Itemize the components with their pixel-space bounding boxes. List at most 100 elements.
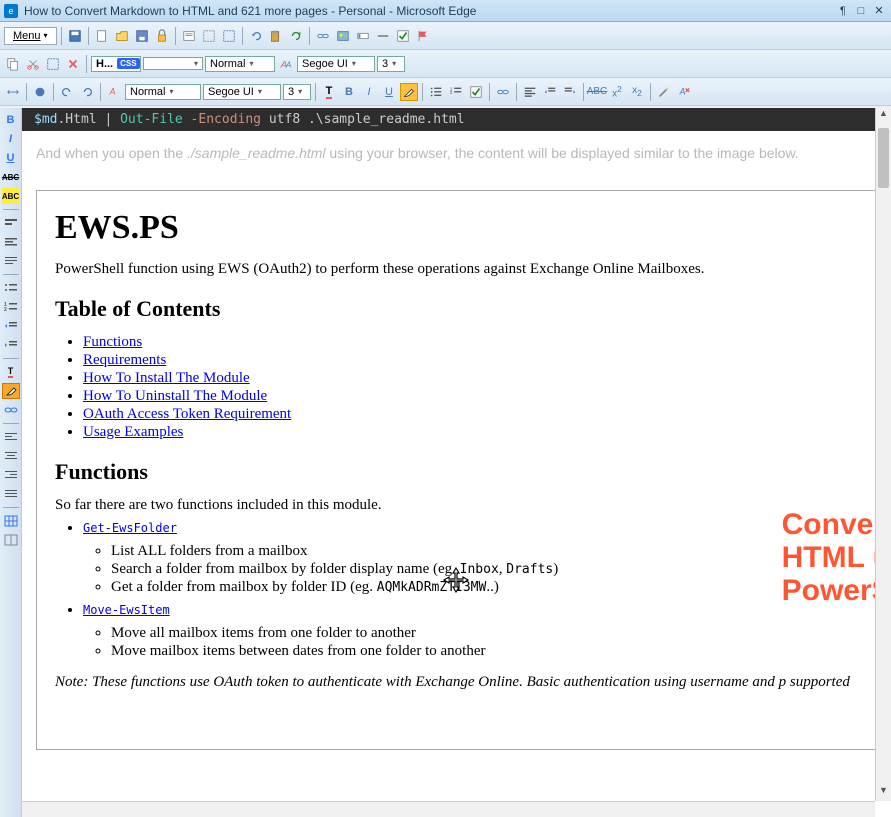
horizontal-scrollbar[interactable] xyxy=(22,801,875,817)
bold-icon[interactable]: B xyxy=(340,83,358,101)
side-link-icon[interactable] xyxy=(2,402,20,418)
side-h2-icon[interactable] xyxy=(2,234,20,250)
copy-icon[interactable] xyxy=(4,55,22,73)
scroll-thumb[interactable] xyxy=(878,128,889,188)
toc-link[interactable]: Requirements xyxy=(83,352,166,368)
toc-link[interactable]: How To Install The Module xyxy=(83,370,250,386)
tag-dropdown[interactable]: ▾ xyxy=(143,57,203,70)
text-color-icon[interactable]: T xyxy=(320,83,338,101)
fn-link[interactable]: Get-EwsFolder xyxy=(83,521,177,535)
strike-icon[interactable]: ABC xyxy=(588,83,606,101)
scroll-down-icon[interactable]: ▼ xyxy=(876,785,891,801)
new-doc-icon[interactable] xyxy=(93,27,111,45)
indent-icon[interactable] xyxy=(561,83,579,101)
font-color-icon[interactable]: A xyxy=(105,83,123,101)
font-size-dropdown[interactable]: 3▾ xyxy=(377,56,405,72)
toc-link[interactable]: OAuth Access Token Requirement xyxy=(83,406,291,422)
side-ul-icon[interactable] xyxy=(2,280,20,296)
window-title: How to Convert Markdown to HTML and 621 … xyxy=(24,4,833,18)
side-highlight-icon[interactable]: ABC xyxy=(2,188,20,204)
lock-icon[interactable] xyxy=(153,27,171,45)
style-dropdown[interactable]: Normal▾ xyxy=(205,56,275,72)
toc-link[interactable]: How To Uninstall The Module xyxy=(83,388,267,404)
record-icon[interactable] xyxy=(31,83,49,101)
side-strike-icon[interactable]: ABC xyxy=(2,169,20,185)
side-outdent-icon[interactable] xyxy=(2,318,20,334)
paste-icon[interactable] xyxy=(267,27,285,45)
checklist-icon[interactable] xyxy=(467,83,485,101)
wand-icon[interactable] xyxy=(655,83,673,101)
select-all-icon[interactable] xyxy=(220,27,238,45)
toolbar-row-2: H...CSS ▾ Normal▾ AA Segoe UI▾ 3▾ xyxy=(0,50,891,78)
font-family-dropdown[interactable]: Segoe UI▾ xyxy=(297,56,375,72)
clear-format-icon[interactable]: A xyxy=(675,83,693,101)
side-grid-icon[interactable] xyxy=(2,532,20,548)
side-para-icon[interactable] xyxy=(2,253,20,269)
fn-link[interactable]: Move-EwsItem xyxy=(83,603,170,617)
font-dropdown-2[interactable]: Segoe UI▾ xyxy=(203,84,281,100)
side-italic-icon[interactable]: I xyxy=(2,131,20,147)
svg-text:2: 2 xyxy=(450,89,453,94)
form-icon[interactable] xyxy=(354,27,372,45)
size-dropdown-2[interactable]: 3▾ xyxy=(283,84,311,100)
style-dropdown-2[interactable]: Normal▾ xyxy=(125,84,201,100)
scroll-up-icon[interactable]: ▲ xyxy=(876,108,891,124)
image-icon[interactable] xyxy=(334,27,352,45)
checkbox-icon[interactable] xyxy=(394,27,412,45)
side-h1-icon[interactable] xyxy=(2,215,20,231)
italic-icon[interactable]: I xyxy=(360,83,378,101)
side-underline-icon[interactable]: U xyxy=(2,150,20,166)
undo-icon[interactable] xyxy=(247,27,265,45)
font-icon[interactable]: AA xyxy=(277,55,295,73)
underline-icon[interactable]: U xyxy=(380,83,398,101)
superscript-icon[interactable]: x2 xyxy=(608,83,626,101)
side-table-icon[interactable] xyxy=(2,513,20,529)
expand-h-icon[interactable] xyxy=(4,83,22,101)
vertical-scrollbar[interactable]: ▲ ▼ xyxy=(875,108,891,801)
redo-icon[interactable] xyxy=(78,83,96,101)
side-text-color-icon[interactable]: T xyxy=(2,364,20,380)
close-icon[interactable]: ✕ xyxy=(871,4,887,18)
undo2-icon[interactable] xyxy=(58,83,76,101)
hr-icon[interactable] xyxy=(374,27,392,45)
heading-dropdown[interactable]: H...CSS xyxy=(91,56,141,72)
doc-desc: PowerShell function using EWS (OAuth2) t… xyxy=(55,261,858,278)
link-icon[interactable] xyxy=(314,27,332,45)
preview-icon[interactable] xyxy=(180,27,198,45)
list-bullet-icon[interactable] xyxy=(427,83,445,101)
highlight-icon[interactable] xyxy=(400,83,418,101)
open-icon[interactable] xyxy=(113,27,131,45)
side-fill-icon[interactable] xyxy=(2,383,20,399)
side-justify-icon[interactable] xyxy=(2,486,20,502)
fn-detail: Move all mailbox items from one folder t… xyxy=(111,625,858,642)
outdent-icon[interactable] xyxy=(541,83,559,101)
maximize-icon[interactable]: □ xyxy=(853,4,869,18)
save-icon[interactable] xyxy=(66,27,84,45)
side-bold-icon[interactable]: B xyxy=(2,112,20,128)
side-center-icon[interactable] xyxy=(2,448,20,464)
side-left-icon[interactable] xyxy=(2,429,20,445)
cut-icon[interactable] xyxy=(24,55,42,73)
doc-h1: EWS.PS xyxy=(55,209,858,247)
dashed-box-icon[interactable] xyxy=(200,27,218,45)
subscript-icon[interactable]: x2 xyxy=(628,83,646,101)
flag-icon[interactable] xyxy=(414,27,432,45)
select-icon[interactable] xyxy=(44,55,62,73)
fn-detail: List ALL folders from a mailbox xyxy=(111,543,858,560)
save-disk-icon[interactable] xyxy=(133,27,151,45)
list-number-icon[interactable]: 12 xyxy=(447,83,465,101)
side-right-icon[interactable] xyxy=(2,467,20,483)
align-left-icon[interactable] xyxy=(521,83,539,101)
delete-icon[interactable] xyxy=(64,55,82,73)
toc-link[interactable]: Usage Examples xyxy=(83,424,183,440)
svg-text:A: A xyxy=(679,86,686,96)
menu-button[interactable]: Menu▾ xyxy=(4,27,57,45)
side-indent-icon[interactable] xyxy=(2,337,20,353)
link2-icon[interactable] xyxy=(494,83,512,101)
svg-text:A: A xyxy=(109,86,116,96)
side-ol-icon[interactable]: 12 xyxy=(2,299,20,315)
toc-link[interactable]: Functions xyxy=(83,334,142,350)
pin-icon[interactable]: ¶ xyxy=(835,4,851,18)
fn-detail: Search a folder from mailbox by folder d… xyxy=(111,561,858,578)
refresh-icon[interactable] xyxy=(287,27,305,45)
